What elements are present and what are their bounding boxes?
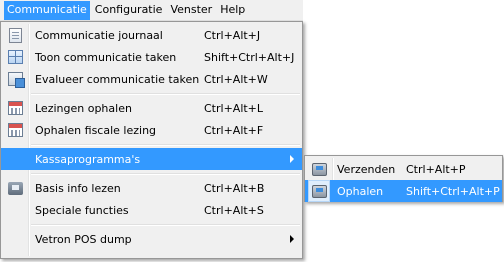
menu-separator — [31, 221, 302, 228]
evaluate-icon — [7, 72, 25, 88]
journal-icon — [8, 27, 22, 43]
menu-item-label: Kassaprogramma's — [35, 152, 141, 166]
menu-item-shortcut: Ctrl+Alt+F — [204, 123, 264, 137]
submenu-item-shortcut: Ctrl+Alt+P — [406, 162, 466, 176]
menu-item-label: Speciale functies — [35, 203, 129, 217]
menu-item-label: Vetron POS dump — [35, 232, 132, 246]
menu-item-shortcut: Shift+Ctrl+Alt+J — [204, 50, 295, 64]
menu-separator — [31, 141, 302, 148]
cash-register-icon — [311, 162, 327, 176]
menu-item-speciale-functies[interactable]: Speciale functies Ctrl+Alt+S — [1, 199, 302, 221]
menu-item-shortcut: Ctrl+Alt+L — [204, 101, 264, 115]
menu-item-label: Evalueer communicatie taken — [35, 72, 200, 86]
menu-item-label: Ophalen fiscale lezing — [35, 123, 157, 137]
menu-item-ophalen-fiscale-lezing[interactable]: Ophalen fiscale lezing Ctrl+Alt+F — [1, 119, 302, 141]
menu-item-label: Toon communicatie taken — [35, 50, 177, 64]
submenu-item-verzenden[interactable]: Verzenden Ctrl+Alt+P — [305, 158, 502, 180]
tasks-grid-icon — [7, 50, 23, 64]
menu-item-kassaprogrammas[interactable]: Kassaprogramma's — [1, 148, 302, 170]
cash-register-icon — [311, 184, 327, 198]
menu-item-toon-communicatie-taken[interactable]: Toon communicatie taken Shift+Ctrl+Alt+J — [1, 46, 302, 68]
menu-separator — [31, 170, 302, 177]
submenu-item-label: Ophalen — [337, 184, 384, 198]
info-icon — [7, 181, 23, 195]
menu-bar: Communicatie Configuratie Venster Help — [0, 0, 303, 21]
menu-item-lezingen-ophalen[interactable]: Lezingen ophalen Ctrl+Alt+L — [1, 97, 302, 119]
menu-item-shortcut: Ctrl+Alt+B — [204, 181, 265, 195]
menu-separator — [31, 90, 302, 97]
menu-communicatie[interactable]: Communicatie — [4, 0, 90, 20]
menu-item-shortcut: Ctrl+Alt+J — [204, 28, 261, 42]
menu-configuratie[interactable]: Configuratie — [92, 1, 166, 20]
submenu-arrow-icon — [290, 155, 294, 163]
submenu-arrow-icon — [290, 235, 294, 243]
menu-item-communicatie-journaal[interactable]: Communicatie journaal Ctrl+Alt+J — [1, 24, 302, 46]
menu-item-label: Basis info lezen — [35, 181, 121, 195]
communicatie-dropdown-menu: Communicatie journaal Ctrl+Alt+J Toon co… — [0, 21, 303, 259]
kassaprogrammas-submenu: Verzenden Ctrl+Alt+P Ophalen Shift+Ctrl+… — [304, 155, 503, 202]
submenu-item-ophalen[interactable]: Ophalen Shift+Ctrl+Alt+P — [305, 180, 502, 202]
calendar-icon — [7, 123, 23, 137]
menu-item-vetron-pos-dump[interactable]: Vetron POS dump — [1, 228, 302, 250]
menu-item-label: Communicatie journaal — [35, 28, 163, 42]
menu-item-label: Lezingen ophalen — [35, 101, 132, 115]
menu-help[interactable]: Help — [217, 1, 248, 20]
menu-venster[interactable]: Venster — [167, 1, 215, 20]
menu-item-shortcut: Ctrl+Alt+S — [204, 203, 264, 217]
menu-item-shortcut: Ctrl+Alt+W — [204, 72, 268, 86]
submenu-item-label: Verzenden — [337, 162, 396, 176]
submenu-item-shortcut: Shift+Ctrl+Alt+P — [406, 184, 500, 198]
menu-item-evalueer-communicatie-taken[interactable]: Evalueer communicatie taken Ctrl+Alt+W — [1, 68, 302, 90]
menu-item-basis-info-lezen[interactable]: Basis info lezen Ctrl+Alt+B — [1, 177, 302, 199]
calendar-icon — [7, 101, 23, 115]
